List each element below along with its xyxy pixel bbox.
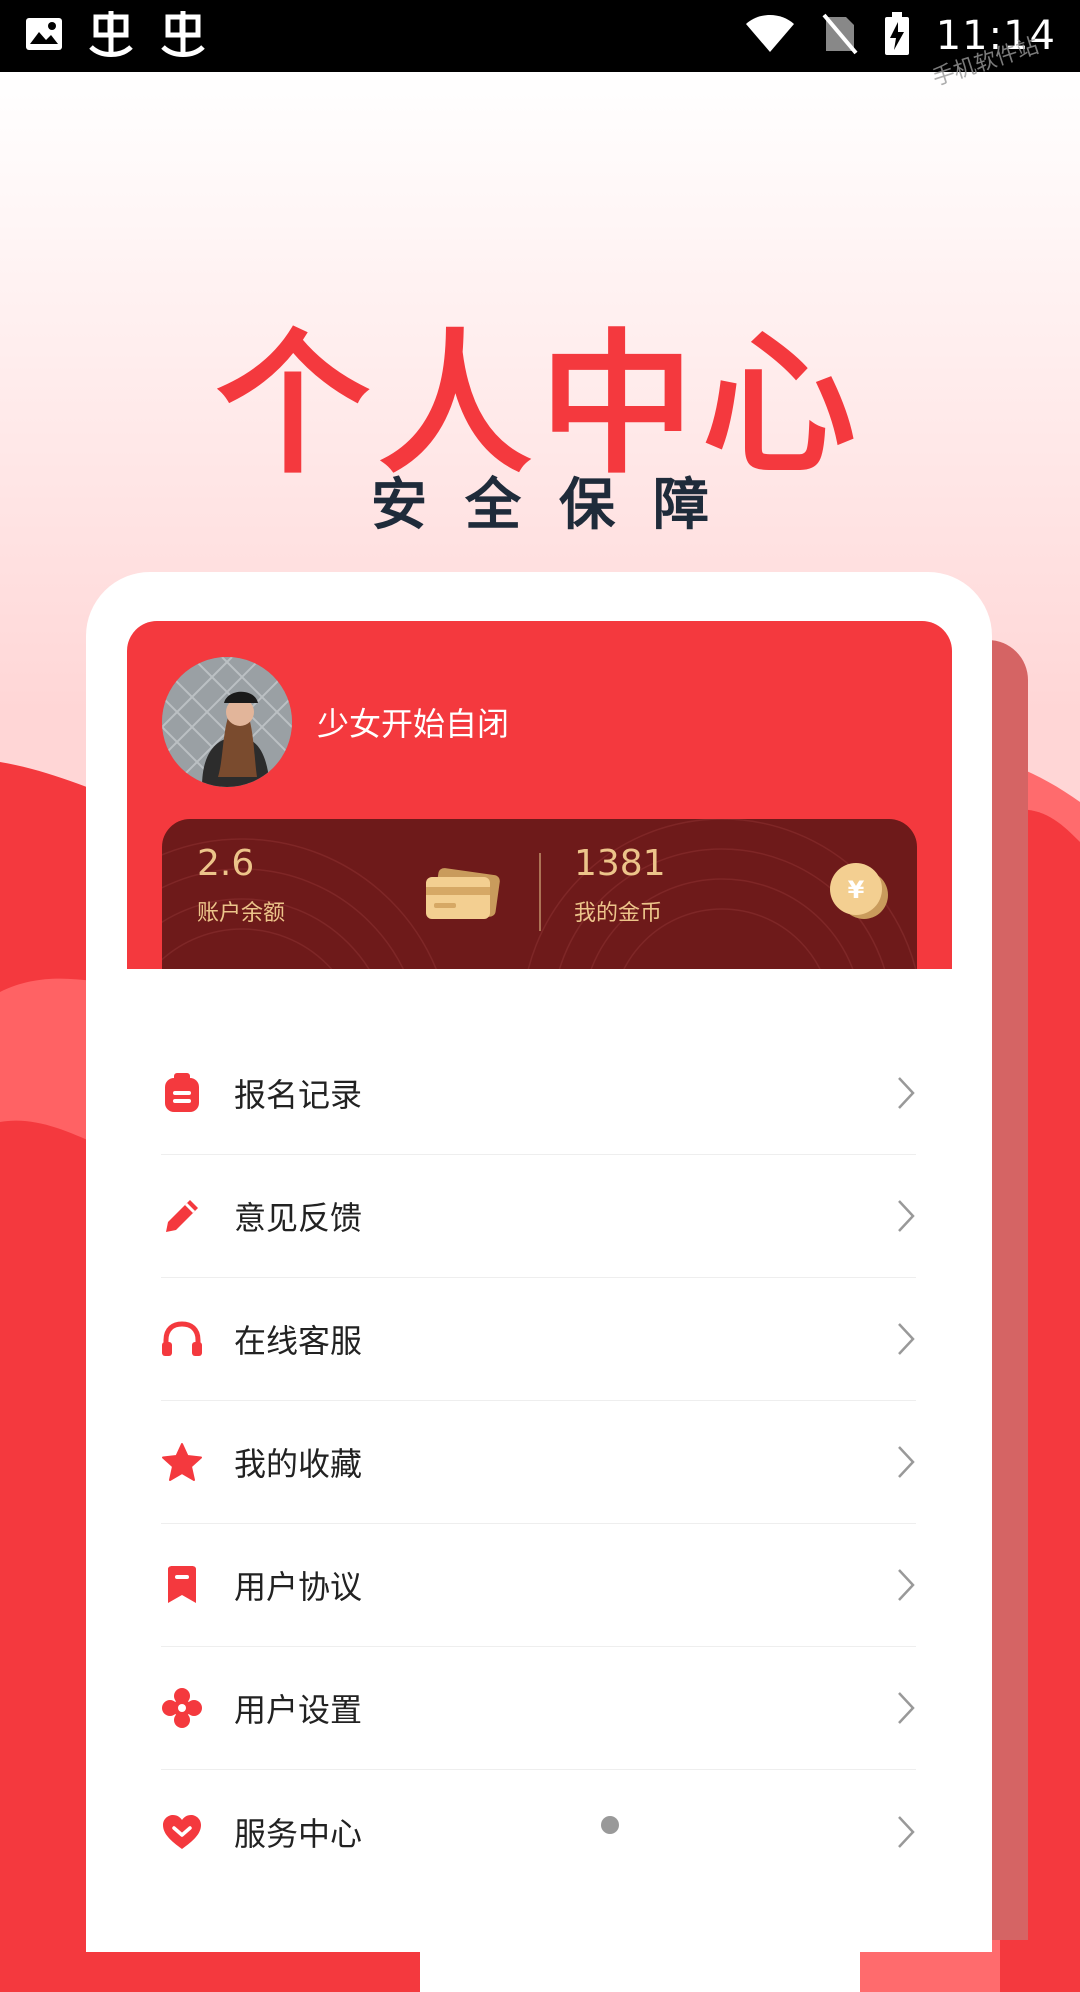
chevron-right-icon: [898, 1569, 915, 1601]
headset-icon: [161, 1318, 203, 1360]
battery-charging-icon: [884, 12, 910, 60]
menu-item-user-agreement[interactable]: 用户协议: [161, 1524, 916, 1647]
coin-icon: ¥: [824, 859, 894, 927]
wifi-icon: [744, 14, 796, 58]
scroll-indicator-dot: [601, 1816, 619, 1834]
menu-item-feedback[interactable]: 意见反馈: [161, 1155, 916, 1278]
menu-item-label: 用户设置: [234, 1691, 363, 1729]
card-icon: [424, 867, 500, 925]
chevron-right-icon: [898, 1323, 915, 1355]
svg-text:¥: ¥: [848, 876, 865, 904]
settings-icon: [161, 1687, 203, 1729]
image-icon: [24, 16, 64, 56]
menu-item-signup-records[interactable]: 报名记录: [161, 1032, 916, 1155]
chevron-right-icon: [898, 1077, 915, 1109]
page-subtitle: 安全保障: [371, 473, 747, 538]
menu-item-label: 意见反馈: [234, 1199, 363, 1237]
bug-icon: [86, 9, 136, 63]
menu-item-label: 用户协议: [234, 1568, 363, 1606]
coins-value: 1381: [574, 843, 666, 884]
menu-item-service-center[interactable]: 服务中心: [161, 1770, 916, 1893]
no-sim-icon: [822, 13, 858, 59]
menu-item-label: 报名记录: [234, 1076, 363, 1114]
profile-header: 少女开始自闭 2.6 账户余额 1381 我的金币 ¥: [127, 621, 952, 969]
menu-item-online-service[interactable]: 在线客服: [161, 1278, 916, 1401]
menu-item-label: 在线客服: [234, 1322, 363, 1360]
balance-value: 2.6: [197, 843, 255, 884]
chevron-right-icon: [898, 1200, 915, 1232]
clipboard-icon: [161, 1072, 203, 1114]
heart-icon: [161, 1811, 203, 1853]
coins-label: 我的金币: [574, 901, 663, 926]
menu-item-label: 服务中心: [234, 1814, 363, 1853]
username: 少女开始自闭: [317, 705, 510, 743]
avatar[interactable]: [162, 657, 292, 787]
pencil-icon: [161, 1195, 203, 1237]
status-bar: 11:14: [0, 0, 1080, 72]
bookmark-icon: [161, 1564, 203, 1606]
wallet-divider: [539, 853, 541, 931]
profile-card: 少女开始自闭 2.6 账户余额 1381 我的金币 ¥ 报名记录 意见反馈 在线…: [86, 572, 992, 1952]
wallet-panel: 2.6 账户余额 1381 我的金币 ¥: [162, 819, 917, 969]
menu-item-favorites[interactable]: 我的收藏: [161, 1401, 916, 1524]
chevron-right-icon: [898, 1815, 915, 1848]
chevron-right-icon: [898, 1446, 915, 1478]
menu-list: 报名记录 意见反馈 在线客服 我的收藏 用户协议 用户设置 服务中心: [161, 1032, 916, 1893]
menu-item-label: 我的收藏: [234, 1445, 363, 1483]
chevron-right-icon: [898, 1692, 915, 1724]
menu-item-user-settings[interactable]: 用户设置: [161, 1647, 916, 1770]
bug-icon: [158, 9, 208, 63]
balance-label: 账户余额: [197, 901, 286, 926]
star-icon: [161, 1441, 203, 1483]
